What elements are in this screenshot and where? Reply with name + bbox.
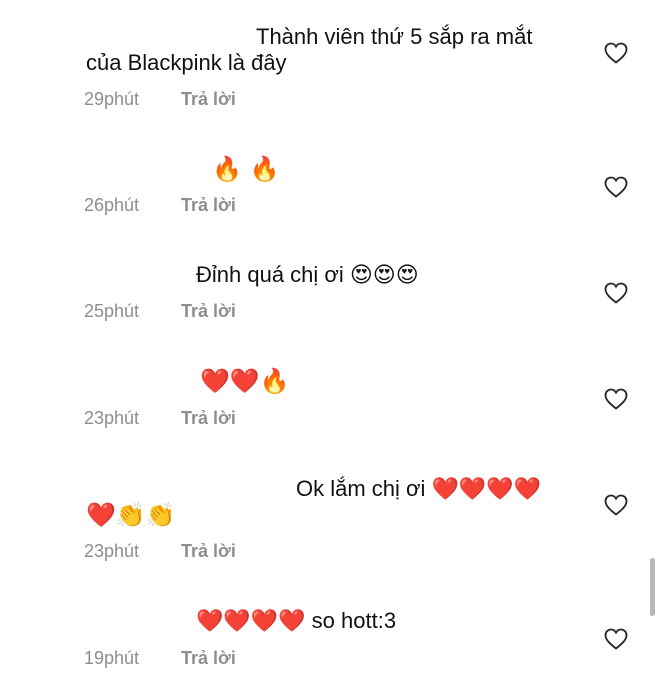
comment-text: ❤️❤️🔥 bbox=[200, 367, 290, 395]
comment-text-line: Ok lắm chị ơi ❤️❤️❤️❤️ bbox=[296, 476, 542, 501]
comment-time: 26phút bbox=[84, 195, 140, 215]
heart-outline-icon[interactable] bbox=[604, 388, 628, 410]
comment-text: 🔥 🔥 bbox=[212, 155, 280, 183]
heart-outline-icon[interactable] bbox=[604, 282, 628, 304]
reply-button[interactable]: Trả lời bbox=[181, 89, 236, 109]
heart-outline-icon[interactable] bbox=[604, 176, 628, 198]
heart-outline-icon[interactable] bbox=[604, 42, 628, 64]
comment-text: ❤️❤️❤️❤️ so hott:3 bbox=[196, 608, 397, 633]
reply-button[interactable]: Trả lời bbox=[181, 648, 236, 668]
comment-time: 19phút bbox=[84, 648, 140, 668]
comment-meta: 25phút Trả lời bbox=[84, 300, 236, 322]
comment-time: 23phút bbox=[84, 408, 140, 428]
comment-text-line: Thành viên thứ 5 sắp ra mắt bbox=[256, 24, 533, 49]
reply-button[interactable]: Trả lời bbox=[181, 195, 236, 215]
comment-text-line: ❤️👏👏 bbox=[86, 501, 176, 529]
comment-meta: 23phút Trả lời bbox=[84, 540, 236, 562]
comment-text: Đỉnh quá chị ơi 😍😍😍 bbox=[196, 262, 419, 287]
comment-meta: 19phút Trả lời bbox=[84, 647, 236, 669]
heart-outline-icon[interactable] bbox=[604, 628, 628, 650]
comment-meta: 26phút Trả lời bbox=[84, 194, 236, 216]
comment-time: 25phút bbox=[84, 301, 140, 321]
scrollbar-thumb[interactable] bbox=[650, 558, 655, 616]
comment-meta: 29phút Trả lời bbox=[84, 88, 236, 110]
heart-outline-icon[interactable] bbox=[604, 494, 628, 516]
comment-meta: 23phút Trả lời bbox=[84, 407, 236, 429]
reply-button[interactable]: Trả lời bbox=[181, 301, 236, 321]
reply-button[interactable]: Trả lời bbox=[181, 541, 236, 561]
comment-time: 29phút bbox=[84, 89, 140, 109]
comment-time: 23phút bbox=[84, 541, 140, 561]
comment-text-line: của Blackpink là đây bbox=[86, 50, 287, 75]
reply-button[interactable]: Trả lời bbox=[181, 408, 236, 428]
